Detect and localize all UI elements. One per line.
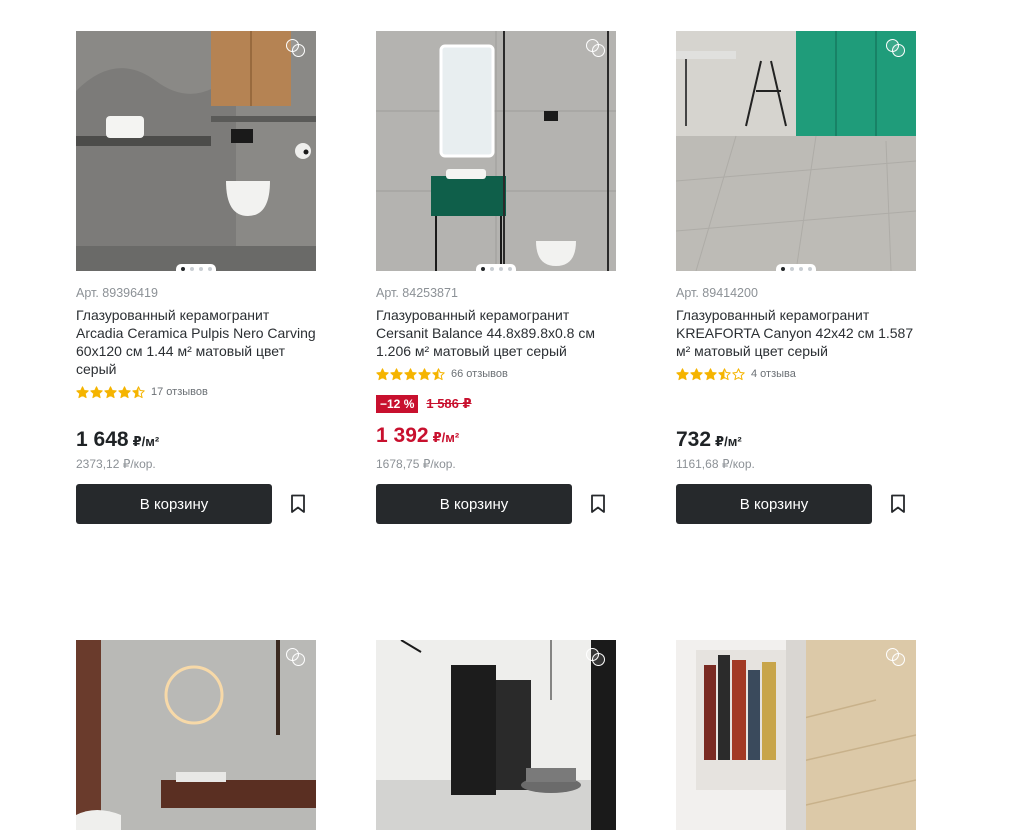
- star-icon: [90, 385, 103, 398]
- product-card: [676, 640, 916, 830]
- rating: 66 отзывов: [376, 366, 616, 382]
- bookmark-icon[interactable]: [288, 492, 308, 516]
- star-icon: [690, 367, 703, 380]
- price-value: 1 392: [376, 424, 429, 447]
- star-icon: [676, 367, 689, 380]
- image-pagination-dots[interactable]: [776, 264, 816, 271]
- product-image[interactable]: [76, 31, 316, 271]
- star-icon: [390, 367, 403, 380]
- product-card: [76, 640, 316, 830]
- card-actions: В корзину: [376, 484, 616, 524]
- discount-row: −12 % 1 586 ₽: [376, 394, 472, 414]
- old-price: 1 586 ₽: [426, 396, 472, 411]
- compare-icon[interactable]: [884, 37, 908, 57]
- product-title[interactable]: Глазурованный керамогранит Cersanit Bala…: [376, 306, 616, 360]
- star-icon: [76, 385, 89, 398]
- product-image[interactable]: [76, 640, 316, 830]
- price-unit: ₽/м²: [432, 430, 460, 445]
- box-price: 2373,12 ₽/кор.: [76, 457, 156, 471]
- discount-badge: −12 %: [376, 395, 419, 413]
- reviews-link[interactable]: 66 отзывов: [451, 368, 508, 380]
- price-unit: ₽/м²: [132, 434, 160, 449]
- add-to-cart-button[interactable]: В корзину: [76, 484, 272, 524]
- star-icon: [132, 385, 145, 398]
- product-card: Арт. 89414200 Глазурованный керамогранит…: [676, 31, 916, 524]
- star-icon: [104, 385, 117, 398]
- bookmark-icon[interactable]: [888, 492, 908, 516]
- add-to-cart-button[interactable]: В корзину: [376, 484, 572, 524]
- product-image[interactable]: [376, 640, 616, 830]
- star-icon: [732, 367, 745, 380]
- box-price: 1678,75 ₽/кор.: [376, 457, 456, 471]
- product-image[interactable]: [376, 31, 616, 271]
- article-number: Арт. 89396419: [76, 286, 158, 300]
- card-actions: В корзину: [76, 484, 316, 524]
- image-pagination-dots[interactable]: [476, 264, 516, 271]
- price-value: 732: [676, 428, 712, 451]
- product-card: [376, 640, 616, 830]
- price: 1 392 ₽/м²: [376, 424, 459, 448]
- reviews-link[interactable]: 17 отзывов: [151, 386, 208, 398]
- product-card: Арт. 89396419 Глазурованный керамогранит…: [76, 31, 316, 524]
- star-icon: [376, 367, 389, 380]
- reviews-link[interactable]: 4 отзыва: [751, 368, 796, 380]
- add-to-cart-button[interactable]: В корзину: [676, 484, 872, 524]
- article-number: Арт. 84253871: [376, 286, 458, 300]
- bookmark-icon[interactable]: [588, 492, 608, 516]
- rating: 4 отзыва: [676, 366, 916, 382]
- compare-icon[interactable]: [284, 37, 308, 57]
- star-rating: [376, 367, 445, 381]
- star-icon: [704, 367, 717, 380]
- price-unit: ₽/м²: [715, 434, 742, 449]
- product-card: Арт. 84253871 Глазурованный керамогранит…: [376, 31, 616, 524]
- product-image[interactable]: [676, 640, 916, 830]
- product-title[interactable]: Глазурованный керамогранит KREAFORTA Can…: [676, 306, 916, 360]
- card-actions: В корзину: [676, 484, 916, 524]
- rating: 17 отзывов: [76, 384, 316, 400]
- star-icon: [418, 367, 431, 380]
- compare-icon[interactable]: [584, 646, 608, 666]
- price: 1 648 ₽/м²: [76, 428, 159, 452]
- compare-icon[interactable]: [284, 646, 308, 666]
- article-number: Арт. 89414200: [676, 286, 758, 300]
- price: 732 ₽/м²: [676, 428, 742, 452]
- box-price: 1161,68 ₽/кор.: [676, 457, 755, 471]
- compare-icon[interactable]: [584, 37, 608, 57]
- price-value: 1 648: [76, 428, 129, 451]
- star-rating: [676, 367, 745, 381]
- star-icon: [718, 367, 731, 380]
- product-title[interactable]: Глазурованный керамогранит Arcadia Ceram…: [76, 306, 316, 378]
- star-icon: [432, 367, 445, 380]
- image-pagination-dots[interactable]: [176, 264, 216, 271]
- compare-icon[interactable]: [884, 646, 908, 666]
- star-icon: [118, 385, 131, 398]
- star-icon: [404, 367, 417, 380]
- star-rating: [76, 385, 145, 399]
- product-image[interactable]: [676, 31, 916, 271]
